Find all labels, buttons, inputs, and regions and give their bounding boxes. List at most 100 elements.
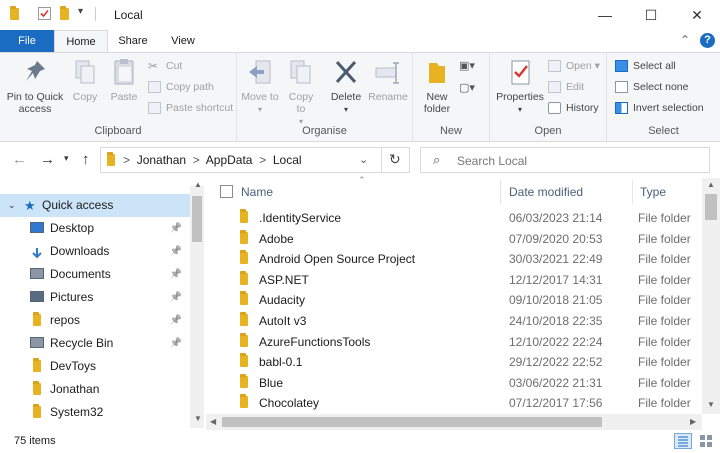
file-date: 09/10/2018 21:05 [509, 293, 603, 308]
help-icon[interactable]: ? [700, 33, 715, 48]
address-bar[interactable]: > Jonathan > AppData > Local ⌄ ↻ [100, 147, 410, 173]
tab-share[interactable]: Share [110, 30, 156, 52]
nav-item-documents[interactable]: Documents 📌 [0, 263, 190, 286]
invert-selection-button[interactable]: Invert selection [615, 99, 704, 117]
file-list-scroll-thumb[interactable] [705, 194, 717, 220]
easy-access-icon[interactable]: ▢▾ [459, 81, 475, 94]
tab-home[interactable]: Home [54, 30, 108, 52]
search-box[interactable]: ⌕ Search Local [420, 147, 710, 173]
scroll-down-icon[interactable]: ▼ [707, 400, 715, 409]
table-row[interactable]: Android Open Source Project 30/03/2021 22… [206, 249, 702, 270]
nav-item-pictures[interactable]: Pictures 📌 [0, 286, 190, 309]
tab-file[interactable]: File [0, 30, 54, 52]
scroll-left-icon[interactable]: ◀ [210, 417, 216, 426]
column-divider[interactable] [500, 180, 501, 204]
nav-item-devtoys[interactable]: DevToys [0, 355, 190, 378]
paste-icon [110, 57, 138, 87]
breadcrumb-jonathan[interactable]: Jonathan [137, 153, 186, 167]
folder-icon [240, 353, 248, 368]
scroll-up-icon[interactable]: ▲ [707, 180, 715, 189]
column-type[interactable]: Type [640, 185, 666, 199]
properties-icon[interactable] [38, 7, 51, 20]
horizontal-scroll-thumb[interactable] [222, 417, 602, 427]
file-list: .IdentityService 06/03/2023 21:14 File fol… [206, 208, 702, 414]
select-none-button[interactable]: Select none [615, 78, 688, 96]
scroll-down-icon[interactable]: ▼ [194, 414, 202, 423]
rename-button[interactable]: Rename [367, 57, 409, 103]
breadcrumb-local[interactable]: Local [273, 153, 302, 167]
window-title: Local [114, 8, 143, 22]
horizontal-scrollbar[interactable]: ◀ ▶ [206, 414, 702, 430]
scroll-right-icon[interactable]: ▶ [690, 417, 696, 426]
select-group-label: Select [648, 125, 679, 137]
scroll-up-icon[interactable]: ▲ [194, 180, 202, 189]
title-divider [95, 7, 96, 21]
nav-item-label: repos [50, 313, 81, 327]
copy-to-button[interactable]: Copy to ▾ [283, 57, 319, 128]
nav-item-quick-access[interactable]: ⌄ ★ Quick access [0, 194, 190, 217]
refresh-icon[interactable]: ↻ [389, 151, 401, 168]
history-button[interactable]: History [548, 99, 599, 117]
new-folder-icon[interactable] [60, 6, 72, 20]
new-folder-button[interactable]: New folder [419, 57, 455, 115]
recent-locations-icon[interactable]: ▾ [64, 153, 69, 164]
nav-item-jonathan[interactable]: Jonathan [0, 378, 190, 401]
select-all-icon [615, 60, 628, 72]
table-row[interactable]: Blue 03/06/2022 21:31 File folder [206, 373, 702, 394]
organise-group: Move to ▾ Copy to ▾ Delete ▾ Rename Orga… [237, 53, 413, 141]
forward-arrow-icon[interactable]: → [40, 151, 55, 168]
nav-item-downloads[interactable]: Downloads 📌 [0, 240, 190, 263]
large-icons-view-icon[interactable] [698, 433, 714, 449]
select-all-button[interactable]: Select all [615, 57, 676, 75]
delete-button[interactable]: Delete ▾ [327, 57, 365, 116]
table-row[interactable]: Adobe 07/09/2020 20:53 File folder [206, 229, 702, 250]
nav-item-recycle-bin[interactable]: Recycle Bin 📌 [0, 332, 190, 355]
file-list-scrollbar[interactable]: ▲ ▼ [702, 178, 720, 414]
table-row[interactable]: ASP.NET 12/12/2017 14:31 File folder [206, 270, 702, 291]
select-all-checkbox[interactable] [220, 185, 233, 198]
column-date-modified[interactable]: Date modified [509, 185, 583, 199]
open-button[interactable]: Open ▾ [548, 57, 600, 75]
copy-path-button[interactable]: Copy path [148, 78, 214, 96]
column-divider[interactable] [632, 180, 633, 204]
nav-pane-scrollbar[interactable]: ▲ ▼ [190, 180, 204, 428]
new-item-icon[interactable]: ▣▾ [459, 59, 475, 72]
table-row[interactable]: babl-0.1 29/12/2022 22:52 File folder [206, 352, 702, 373]
back-arrow-icon[interactable]: ← [12, 151, 27, 168]
copy-button[interactable]: Copy [68, 57, 102, 103]
nav-item-system32[interactable]: System32 [0, 401, 190, 424]
file-date: 12/10/2022 22:24 [509, 334, 603, 349]
folder-icon [10, 6, 22, 20]
move-to-button[interactable]: Move to ▾ [241, 57, 279, 116]
cut-button[interactable]: ✂ Cut [148, 57, 182, 75]
table-row[interactable]: AzureFunctionsTools 12/10/2022 22:24 File … [206, 332, 702, 353]
table-row[interactable]: Audacity 09/10/2018 21:05 File folder [206, 290, 702, 311]
properties-button[interactable]: Properties ▾ [494, 57, 546, 116]
tab-view[interactable]: View [160, 30, 206, 52]
table-row[interactable]: Chocolatey 07/12/2017 17:56 File folder [206, 393, 702, 414]
column-name[interactable]: Name [241, 185, 273, 199]
details-view-icon[interactable] [674, 433, 692, 449]
paste-shortcut-button[interactable]: Paste shortcut [148, 99, 233, 117]
table-row[interactable]: AutoIt v3 24/10/2018 22:35 File folder [206, 311, 702, 332]
maximize-button[interactable]: ☐ [628, 0, 674, 30]
nav-item-desktop[interactable]: Desktop 📌 [0, 217, 190, 240]
paste-button[interactable]: Paste [106, 57, 142, 103]
close-button[interactable]: ✕ [674, 0, 720, 30]
edit-button[interactable]: Edit [548, 78, 584, 96]
chevron-down-icon[interactable]: ⌄ [8, 194, 16, 217]
up-arrow-icon[interactable]: ↑ [82, 151, 90, 168]
customize-toolbar-icon[interactable]: ▾ [78, 6, 88, 18]
nav-scroll-thumb[interactable] [192, 196, 202, 242]
nav-item-repos[interactable]: repos 📌 [0, 309, 190, 332]
table-row[interactable]: .IdentityService 06/03/2023 21:14 File fol… [206, 208, 702, 229]
file-type: File folder [638, 375, 691, 390]
clipboard-group-label: Clipboard [94, 125, 142, 137]
collapse-ribbon-icon[interactable]: ⌃ [680, 33, 690, 47]
pin-to-quick-access-button[interactable]: Pin to Quick access [4, 57, 66, 115]
minimize-button[interactable]: — [582, 0, 628, 30]
breadcrumb-appdata[interactable]: AppData [206, 153, 253, 167]
chevron-down-icon[interactable]: ⌄ [359, 153, 368, 166]
search-input[interactable]: Search Local [457, 154, 527, 168]
copy-path-icon [148, 81, 161, 93]
